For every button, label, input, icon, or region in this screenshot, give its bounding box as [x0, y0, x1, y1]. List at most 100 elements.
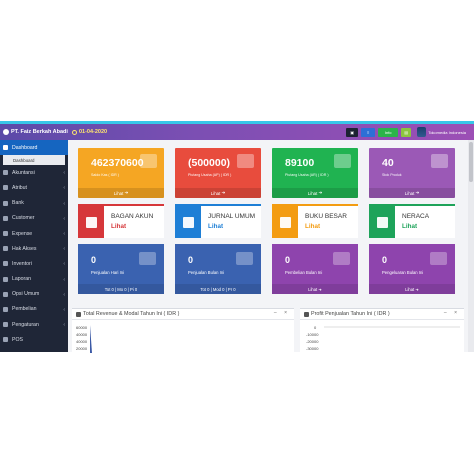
- panel-controls[interactable]: – ×: [274, 310, 290, 316]
- card-jurnal-umum[interactable]: JURNAL UMUM Lihat: [175, 204, 261, 238]
- card-footer-link[interactable]: Lihat ➜: [272, 188, 358, 198]
- card-penjualan-bulan-ini: 0 Penjualan Bulan Ini Tot 0 | Mod 0 | Pr…: [175, 244, 261, 294]
- card-buku-besar[interactable]: BUKU BESAR Lihat: [272, 204, 358, 238]
- bar-chart-icon: [236, 252, 253, 265]
- chat-icon: [334, 154, 351, 168]
- header-actions: ▣ ≡ Info ▤ Tokomedia Indonesia: [346, 126, 466, 138]
- card-label: Stok Produk: [382, 173, 402, 177]
- sidebar-item-atribut[interactable]: Atribut ‹: [0, 180, 68, 195]
- card-footer-link[interactable]: Lihat ➜: [369, 284, 455, 294]
- basket-icon: [431, 154, 448, 168]
- card-pengeluaran-bulan-ini: 0 Pengeluaran Bulan Ini Lihat ➜: [369, 244, 455, 294]
- card-piutang-ar: 89100 Piutang Usaha (AR) ( IDR ) Lihat ➜: [272, 148, 358, 198]
- sidebar-item-laporan[interactable]: Laporan ‹: [0, 272, 68, 287]
- panel-profit: Profit Penjualan Tahun Ini ( IDR ) – × 0…: [300, 308, 464, 352]
- sidebar-item-label: Pembelian: [12, 306, 37, 313]
- card-label: Penjualan Hari Ini: [91, 270, 125, 275]
- card-value: 0: [188, 255, 194, 265]
- card-link[interactable]: Lihat: [208, 223, 223, 230]
- chevron-left-icon: ‹: [63, 215, 65, 222]
- y-tick: -20000: [306, 339, 319, 344]
- brand[interactable]: PT. Faiz Berkah Abadi: [0, 129, 68, 135]
- sidebar-item-hak-akses[interactable]: Hak Akses ‹: [0, 241, 68, 256]
- sidebar-item-dashboard[interactable]: Dashboard: [0, 140, 68, 156]
- main-content: 462370600 Saldo Kas ( IDR ) Lihat ➜ (500…: [68, 140, 474, 353]
- chevron-left-icon: ‹: [63, 306, 65, 313]
- chevron-left-icon: ‹: [63, 261, 65, 268]
- y-tick: 0: [314, 325, 317, 330]
- y-tick: -10000: [306, 332, 319, 337]
- card-link[interactable]: Lihat: [111, 223, 126, 230]
- scrollbar[interactable]: [468, 140, 474, 352]
- card-saldo-kas: 462370600 Saldo Kas ( IDR ) Lihat ➜: [78, 148, 164, 198]
- user-menu[interactable]: Tokomedia Indonesia: [417, 127, 466, 137]
- card-value: 462370600: [91, 157, 144, 169]
- card-footer-link[interactable]: Lihat ➜: [175, 188, 261, 198]
- money-icon: [3, 231, 8, 237]
- card-stok-produk: 40 Stok Produk Lihat ➜: [369, 148, 455, 198]
- card-value: 0: [382, 255, 388, 265]
- card-value: 0: [91, 255, 97, 265]
- card-bagan-akun[interactable]: BAGAN AKUN Lihat: [78, 204, 164, 238]
- sidebar: Dashboard Dashboard Akuntansi ‹ Atribut …: [0, 140, 68, 352]
- card-footer: Tot 0 | Mo 0 | Pi 0: [78, 284, 164, 294]
- chevron-left-icon: ‹: [63, 291, 65, 298]
- bank-icon: [3, 200, 8, 206]
- box-icon: [3, 261, 8, 267]
- panel-title: Total Revenue & Modal Tahun Ini ( IDR ): [83, 311, 180, 317]
- sidebar-item-customer[interactable]: Customer ‹: [0, 211, 68, 226]
- sidebar-item-label: Bank: [12, 200, 24, 207]
- sidebar-item-label: Laporan: [12, 276, 32, 283]
- card-label: Saldo Kas ( IDR ): [91, 173, 119, 177]
- y-tick: 40000: [76, 332, 88, 337]
- book-icon: [3, 170, 8, 176]
- card-footer-link[interactable]: Lihat ➜: [78, 188, 164, 198]
- hand-icon: [237, 154, 254, 168]
- dashboard-icon: [3, 145, 8, 151]
- card-link[interactable]: Lihat: [402, 223, 417, 230]
- book-icon: [78, 206, 104, 238]
- sidebar-sub-dashboard[interactable]: Dashboard: [3, 155, 65, 166]
- pos-icon: [3, 337, 8, 343]
- card-title: BUKU BESAR: [305, 213, 347, 220]
- sidebar-item-pembelian[interactable]: Pembelian ‹: [0, 302, 68, 317]
- panel-controls[interactable]: – ×: [444, 310, 460, 316]
- report-icon: [3, 276, 8, 282]
- sidebar-item-label: Customer: [12, 215, 35, 222]
- sidebar-item-label: Akuntansi: [12, 169, 35, 176]
- card-value: 40: [382, 157, 394, 169]
- avatar: [417, 127, 427, 137]
- menu-button[interactable]: ≡: [361, 127, 376, 137]
- sidebar-item-pos[interactable]: POS: [0, 332, 68, 347]
- sidebar-item-bank[interactable]: Bank ‹: [0, 196, 68, 211]
- sidebar-item-inventori[interactable]: Inventori ‹: [0, 256, 68, 271]
- card-label: Pengeluaran Bulan Ini: [382, 270, 424, 275]
- card-neraca[interactable]: NERACA Lihat: [369, 204, 455, 238]
- card-pembelian-bulan-ini: 0 Pembelian Bulan Ini Lihat ➜: [272, 244, 358, 294]
- sidebar-item-opsi-umum[interactable]: Opsi Umum ‹: [0, 287, 68, 302]
- card-value: 89100: [285, 157, 315, 169]
- list-button[interactable]: ▤: [401, 127, 412, 137]
- panel-revenue: Total Revenue & Modal Tahun Ini ( IDR ) …: [72, 308, 294, 353]
- card-label: Piutang Usaha (AP) ( IDR ): [188, 173, 232, 177]
- sidebar-item-akuntansi[interactable]: Akuntansi ‹: [0, 165, 68, 180]
- card-footer-link[interactable]: Lihat ➜: [272, 284, 358, 294]
- settings-icon: [3, 291, 8, 297]
- card-label: Penjualan Bulan Ini: [188, 270, 225, 275]
- sidebar-item-expense[interactable]: Expense ‹: [0, 226, 68, 241]
- sidebar-item-label: Pengaturan: [12, 321, 39, 328]
- chevron-left-icon: ‹: [63, 200, 65, 207]
- revenue-chart: [90, 325, 92, 353]
- chevron-left-icon: ‹: [63, 246, 65, 253]
- chevron-left-icon: ‹: [63, 185, 65, 192]
- dark-button[interactable]: ▣: [346, 127, 359, 137]
- cubes-icon: [333, 252, 350, 265]
- rocket-icon: [430, 252, 447, 265]
- card-link[interactable]: Lihat: [305, 223, 320, 230]
- scrollbar-thumb[interactable]: [469, 142, 473, 182]
- card-footer-link[interactable]: Lihat ➜: [369, 188, 455, 198]
- app-screen: PT. Faiz Berkah Abadi 01-04-2020 ▣ ≡ Inf…: [0, 0, 474, 474]
- sidebar-item-pengaturan[interactable]: Pengaturan ‹: [0, 317, 68, 332]
- calendar-plus-icon: [272, 206, 298, 238]
- info-button[interactable]: Info: [378, 127, 399, 137]
